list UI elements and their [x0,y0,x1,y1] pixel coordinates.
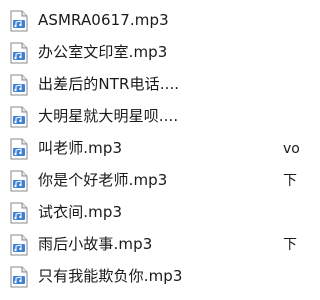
list-item[interactable]: 叫老师.mp3 vo [0,134,300,164]
audio-file-icon [10,266,28,288]
list-item[interactable]: 只有我能欺负你.mp3 [0,262,300,292]
list-item[interactable]: ASMRA0617.mp3 [0,6,300,36]
audio-file-icon [10,234,28,256]
file-name: 大明星就大明星呗.... [38,107,179,125]
list-item[interactable]: 办公室文印室.mp3 [0,38,300,68]
audio-file-icon [10,138,28,160]
audio-file-icon [10,202,28,224]
file-name: 出差后的NTR电话.... [38,75,180,93]
list-item[interactable]: 雨后小故事.mp3 下 [0,230,300,260]
file-name: 办公室文印室.mp3 [38,43,168,61]
audio-file-icon [10,74,28,96]
file-detail: 下 [283,237,297,253]
file-name: ASMRA0617.mp3 [38,11,169,29]
list-item[interactable]: 试衣间.mp3 [0,198,300,228]
audio-file-icon [10,170,28,192]
list-item[interactable]: 你是个好老师.mp3 下 [0,166,300,196]
list-item[interactable]: 大明星就大明星呗.... [0,102,300,132]
file-name: 叫老师.mp3 [38,139,123,157]
list-item[interactable]: 出差后的NTR电话.... [0,70,300,100]
file-detail: 下 [283,173,297,189]
file-list: ASMRA0617.mp3 办公室文印室.mp3 出差后的NTR电话.... 大… [0,0,300,300]
audio-file-icon [10,10,28,32]
file-name: 试衣间.mp3 [38,203,123,221]
file-name: 雨后小故事.mp3 [38,235,153,253]
file-name: 只有我能欺负你.mp3 [38,267,183,285]
audio-file-icon [10,106,28,128]
audio-file-icon [10,42,28,64]
file-name: 你是个好老师.mp3 [38,171,168,189]
file-detail: vo [283,141,300,157]
